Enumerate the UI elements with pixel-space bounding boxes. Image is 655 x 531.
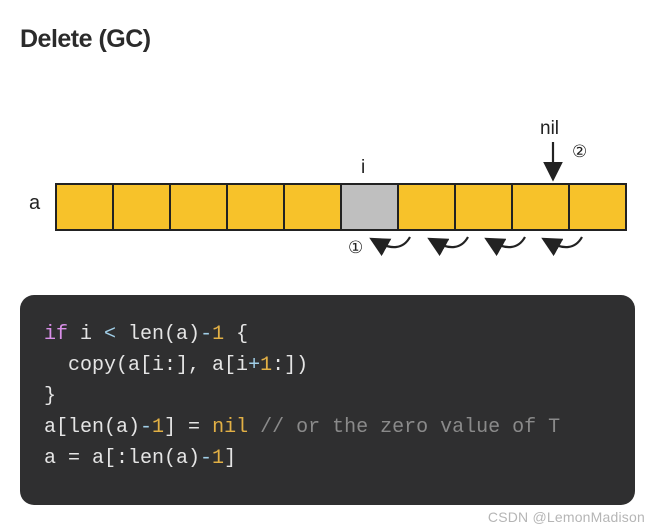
- page-title: Delete (GC): [20, 25, 655, 54]
- code-token: :]): [272, 354, 308, 377]
- code-token: }: [44, 385, 56, 408]
- code-token: {: [224, 323, 248, 346]
- code-token: -: [140, 416, 152, 439]
- code-token: i: [68, 323, 104, 346]
- code-token: 1: [212, 323, 224, 346]
- code-token: 1: [260, 354, 272, 377]
- step1-label: ①: [348, 238, 363, 257]
- code-token: ] =: [164, 416, 212, 439]
- code-token: 1: [212, 447, 224, 470]
- code-token: 1: [152, 416, 164, 439]
- code-token: // or the zero value of T: [248, 416, 560, 439]
- code-token: <: [104, 323, 116, 346]
- code-token: -: [200, 323, 212, 346]
- code-token: (a[i:], a[i: [116, 354, 248, 377]
- code-block: if i < len(a)-1 { copy(a[i:], a[i+1:]) }…: [20, 295, 635, 505]
- code-token: copy: [68, 354, 116, 377]
- step2-label: ②: [572, 142, 587, 161]
- code-token: if: [44, 323, 68, 346]
- diagram-arrows: ② ①: [0, 115, 640, 275]
- code-token: len(a): [116, 323, 200, 346]
- code-token: +: [248, 354, 260, 377]
- code-token: [44, 354, 68, 377]
- code-token: ]: [224, 447, 236, 470]
- watermark: CSDN @LemonMadison: [488, 509, 645, 525]
- code-token: a[len(a): [44, 416, 140, 439]
- code-token: nil: [212, 416, 248, 439]
- code-token: a = a[:len(a): [44, 447, 200, 470]
- array-diagram: a i nil ② ①: [0, 115, 640, 275]
- code-token: -: [200, 447, 212, 470]
